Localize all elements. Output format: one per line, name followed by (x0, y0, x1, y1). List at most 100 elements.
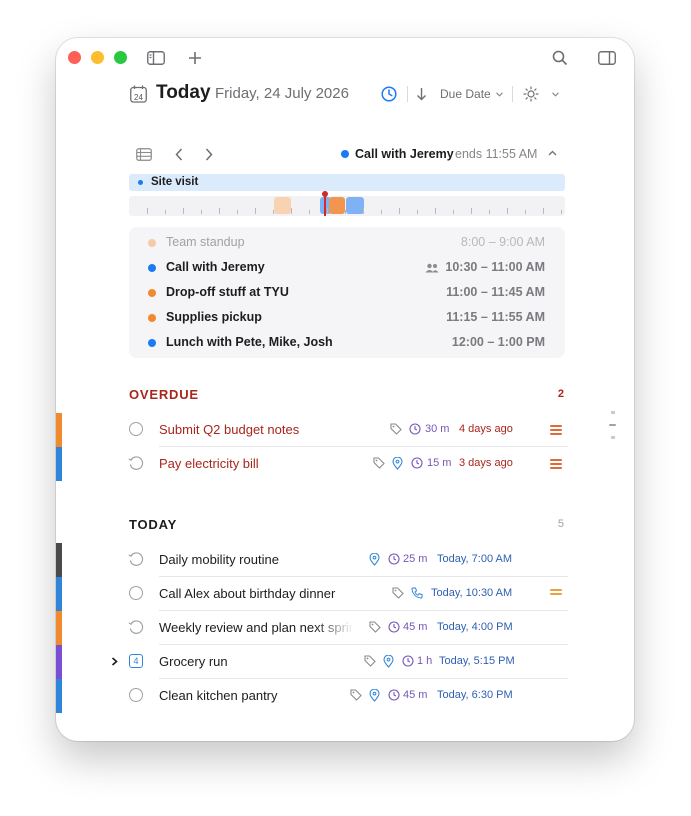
timeline-block-lunch[interactable] (346, 197, 364, 214)
event-time: 8:00 – 9:00 AM (460, 235, 545, 249)
event-row[interactable]: Team standup 8:00 – 9:00 AM (129, 231, 565, 256)
list-color-stripe (56, 679, 62, 713)
task-complete-checkbox[interactable] (129, 422, 143, 436)
sun-icon[interactable] (523, 86, 539, 102)
chevron-up-icon[interactable] (548, 150, 557, 156)
sort-direction-icon[interactable] (416, 87, 427, 101)
timeline-tick (237, 210, 238, 214)
timeline-tick (327, 208, 328, 214)
duration-icon (411, 457, 423, 469)
chevron-right-icon[interactable] (205, 148, 213, 161)
list-color-stripe (56, 543, 62, 577)
task-due: Today, 7:00 AM (437, 553, 513, 565)
event-color-dot (148, 239, 156, 247)
repeating-task-checkbox[interactable] (128, 455, 145, 472)
timeline-tick (201, 210, 202, 214)
task-title[interactable]: Call Alex about birthday dinner (159, 586, 347, 601)
overdue-section-header[interactable]: OVERDUE (129, 387, 199, 402)
task-row[interactable]: Call Alex about birthday dinner Today, 1… (56, 577, 634, 611)
task-complete-checkbox[interactable] (129, 688, 143, 702)
timeline-block-drop-off[interactable] (329, 197, 345, 214)
event-title: Supplies pickup (166, 310, 262, 324)
task-row[interactable]: Daily mobility routine 25 m Today, 7:00 … (56, 543, 634, 577)
phone-icon (411, 587, 423, 599)
sidebar-toggle-icon[interactable] (147, 51, 165, 65)
task-due: 3 days ago (459, 457, 513, 469)
zoom-window-button[interactable] (114, 51, 127, 64)
today-section-header[interactable]: TODAY (129, 517, 177, 532)
repeating-task-checkbox[interactable] (128, 619, 145, 636)
task-title[interactable]: Clean kitchen pantry (159, 688, 278, 703)
task-title[interactable]: Pay electricity bill (159, 456, 259, 471)
calendar-day-number: 24 (134, 93, 143, 102)
task-complete-checkbox[interactable] (129, 586, 143, 600)
task-row[interactable]: Weekly review and plan next sprint 45 m … (56, 611, 634, 645)
timeline-tick (345, 210, 346, 214)
list-color-stripe (56, 577, 62, 611)
event-row[interactable]: Call with Jeremy 10:30 – 11:00 AM (129, 256, 565, 281)
timeline-tick (183, 208, 184, 214)
agenda-list-icon[interactable] (136, 148, 152, 161)
tag-icon (392, 587, 404, 599)
task-title[interactable]: Submit Q2 budget notes (159, 422, 299, 437)
current-event-title[interactable]: Call with Jeremy (355, 147, 454, 161)
timeline-block-team-standup[interactable] (274, 197, 291, 214)
priority-high-icon (550, 459, 562, 471)
task-title[interactable]: Weekly review and plan next sprint (159, 620, 354, 635)
day-timeline-ruler[interactable] (129, 191, 565, 216)
priority-high-icon (550, 425, 562, 437)
all-day-event-title: Site visit (151, 176, 199, 188)
duration-icon (409, 423, 421, 435)
duration-icon (388, 621, 400, 633)
add-icon[interactable] (188, 51, 202, 65)
disclosure-chevron-icon[interactable] (111, 657, 118, 666)
timeline-tick (255, 208, 256, 214)
overdue-count: 2 (557, 388, 564, 400)
all-day-event-bar[interactable]: Site visit (129, 174, 565, 191)
subtask-count: 4 (133, 656, 139, 666)
current-time-dot (322, 191, 328, 197)
search-icon[interactable] (552, 50, 568, 66)
event-color-dot (148, 314, 156, 322)
sort-by-select[interactable]: Due Date (440, 87, 491, 101)
duration-icon (388, 689, 400, 701)
event-title: Call with Jeremy (166, 260, 265, 274)
timeline-tick (399, 208, 400, 214)
event-title: Team standup (166, 235, 245, 249)
page-date: Friday, 24 July 2026 (215, 85, 349, 102)
event-row[interactable]: Lunch with Pete, Mike, Josh 12:00 – 1:00… (129, 331, 565, 356)
event-row[interactable]: Drop-off stuff at TYU 11:00 – 11:45 AM (129, 281, 565, 306)
task-row[interactable]: 4 Grocery run 1 h Today, 5:15 PM (56, 645, 634, 679)
tag-icon (390, 423, 402, 435)
clock-icon[interactable] (381, 86, 397, 102)
chevron-down-icon (496, 92, 503, 97)
timeline-tick (219, 208, 220, 214)
timeline-tick (291, 208, 292, 214)
close-window-button[interactable] (68, 51, 81, 64)
event-color-dot (148, 289, 156, 297)
task-due: 4 days ago (459, 423, 513, 435)
repeating-task-checkbox[interactable] (128, 551, 145, 568)
task-row[interactable]: Submit Q2 budget notes 30 m 4 days ago (56, 413, 634, 447)
list-color-stripe (56, 645, 62, 679)
location-icon (392, 457, 403, 470)
task-due: Today, 10:30 AM (431, 587, 513, 599)
event-time: 11:15 – 11:55 AM (446, 310, 545, 324)
timeline-tick (165, 210, 166, 214)
current-event-end: ends 11:55 AM (455, 147, 538, 161)
inspector-toggle-icon[interactable] (598, 51, 616, 65)
task-duration: 30 m (425, 423, 450, 435)
event-row[interactable]: Supplies pickup 11:15 – 11:55 AM (129, 306, 565, 331)
task-title[interactable]: Daily mobility routine (159, 552, 279, 567)
task-title[interactable]: Grocery run (159, 654, 228, 669)
event-time: 11:00 – 11:45 AM (446, 285, 545, 299)
timeline-tick (381, 210, 382, 214)
chevron-left-icon[interactable] (175, 148, 183, 161)
timeline-tick (471, 208, 472, 214)
task-row[interactable]: Pay electricity bill 15 m 3 days ago (56, 447, 634, 481)
task-row[interactable]: Clean kitchen pantry 45 m Today, 6:30 PM (56, 679, 634, 713)
minimize-window-button[interactable] (91, 51, 104, 64)
event-title: Lunch with Pete, Mike, Josh (166, 335, 333, 349)
chevron-down-icon[interactable] (552, 92, 559, 97)
scroll-indicator[interactable] (611, 411, 615, 414)
